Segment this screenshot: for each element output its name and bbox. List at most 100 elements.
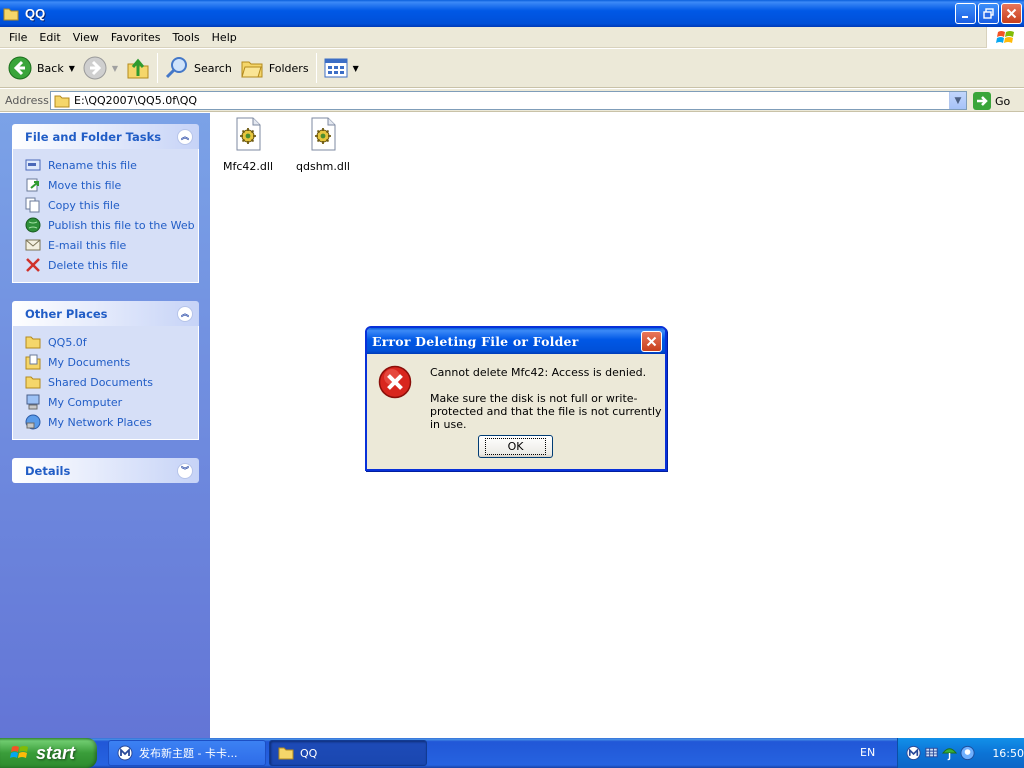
collapse-icon[interactable]: ︽ bbox=[177, 305, 193, 322]
taskbar: start 发布新主题 - 卡卡... QQ EN 16:50 bbox=[0, 738, 1024, 768]
task-pane: File and Folder Tasks ︽ Rename this file… bbox=[0, 113, 210, 738]
start-label: start bbox=[36, 742, 76, 763]
panel-header[interactable]: Details ︾ bbox=[12, 458, 199, 483]
address-input[interactable]: E:\QQ2007\QQ5.0f\QQ ▼ bbox=[50, 91, 967, 110]
close-icon bbox=[1006, 8, 1017, 19]
dll-file-icon bbox=[311, 117, 336, 151]
close-icon bbox=[646, 336, 657, 347]
place-label: Shared Documents bbox=[48, 375, 153, 389]
windows-flag-icon bbox=[995, 30, 1014, 43]
file-item[interactable]: Mfc42.dll bbox=[213, 117, 283, 173]
address-label: Address bbox=[5, 93, 49, 107]
place-shared-documents[interactable]: Shared Documents bbox=[25, 372, 198, 392]
task-email-file[interactable]: E-mail this file bbox=[25, 235, 198, 255]
place-label: My Network Places bbox=[48, 415, 152, 429]
minimize-icon bbox=[962, 16, 968, 18]
chevron-down-icon[interactable]: ▼ bbox=[353, 64, 359, 73]
dialog-message: Cannot delete Mfc42: Access is denied. bbox=[430, 366, 647, 379]
move-icon bbox=[25, 177, 41, 193]
computer-icon bbox=[25, 394, 41, 410]
file-item[interactable]: qdshm.dll bbox=[288, 117, 358, 173]
go-arrow-icon bbox=[973, 92, 991, 110]
dll-file-icon bbox=[236, 117, 261, 151]
place-my-computer[interactable]: My Computer bbox=[25, 392, 198, 412]
go-button[interactable]: Go bbox=[973, 92, 1010, 110]
email-icon bbox=[25, 237, 41, 253]
dialog-detail: Make sure the disk is not full or write-… bbox=[430, 392, 662, 431]
task-delete-file[interactable]: Delete this file bbox=[25, 255, 198, 275]
other-places-panel: Other Places ︽ QQ5.0f My Documents Share… bbox=[12, 301, 199, 440]
copy-icon bbox=[25, 197, 41, 213]
clock[interactable]: 16:50 bbox=[992, 747, 1024, 760]
task-label: Move this file bbox=[48, 178, 122, 192]
task-copy-file[interactable]: Copy this file bbox=[25, 195, 198, 215]
search-button[interactable]: Search bbox=[161, 51, 236, 85]
go-label: Go bbox=[995, 94, 1011, 108]
file-folder-tasks-panel: File and Folder Tasks ︽ Rename this file… bbox=[12, 124, 199, 283]
language-indicator[interactable]: EN bbox=[860, 746, 875, 759]
place-qq50f[interactable]: QQ5.0f bbox=[25, 332, 198, 352]
taskbar-item-label: 发布新主题 - 卡卡... bbox=[139, 747, 238, 760]
collapse-icon[interactable]: ︽ bbox=[177, 128, 193, 145]
taskbar-item-browser[interactable]: 发布新主题 - 卡卡... bbox=[108, 740, 266, 766]
taskbar-item-qq[interactable]: QQ bbox=[269, 740, 427, 766]
menu-help[interactable]: Help bbox=[206, 31, 243, 44]
dialog-title: Error Deleting File or Folder bbox=[372, 333, 579, 349]
panel-title: Other Places bbox=[25, 306, 108, 321]
place-my-documents[interactable]: My Documents bbox=[25, 352, 198, 372]
folder-icon bbox=[278, 747, 294, 760]
network-tray-icon[interactable] bbox=[924, 745, 939, 761]
ok-button[interactable]: OK bbox=[478, 435, 553, 458]
menu-view[interactable]: View bbox=[67, 31, 105, 44]
minimize-button[interactable] bbox=[955, 3, 976, 24]
menu-favorites[interactable]: Favorites bbox=[105, 31, 167, 44]
forward-button[interactable]: ▼ bbox=[79, 51, 122, 85]
menu-edit[interactable]: Edit bbox=[33, 31, 66, 44]
place-my-network-places[interactable]: My Network Places bbox=[25, 412, 198, 432]
views-button[interactable]: ▼ bbox=[320, 51, 363, 85]
browser-tray-icon[interactable] bbox=[906, 745, 921, 761]
toolbar-separator bbox=[157, 53, 159, 83]
task-label: Copy this file bbox=[48, 198, 120, 212]
search-label: Search bbox=[194, 61, 232, 75]
details-panel: Details ︾ bbox=[12, 458, 199, 483]
umbrella-tray-icon[interactable] bbox=[942, 745, 958, 761]
system-tray: 16:50 bbox=[897, 738, 1024, 768]
start-button[interactable]: start bbox=[0, 738, 97, 768]
back-button[interactable]: Back ▼ bbox=[0, 51, 79, 85]
chevron-down-icon[interactable]: ▼ bbox=[112, 64, 118, 73]
folders-icon bbox=[241, 61, 263, 78]
panel-header[interactable]: File and Folder Tasks ︽ bbox=[12, 124, 199, 149]
close-window-button[interactable] bbox=[1001, 3, 1022, 24]
chevron-down-icon[interactable]: ▼ bbox=[69, 64, 75, 73]
documents-icon bbox=[25, 354, 41, 370]
window-titlebar[interactable]: QQ bbox=[0, 0, 1024, 27]
address-dropdown-button[interactable]: ▼ bbox=[949, 92, 966, 109]
folders-label: Folders bbox=[268, 61, 309, 75]
place-label: My Computer bbox=[48, 395, 123, 409]
restore-button[interactable] bbox=[978, 3, 999, 24]
task-move-file[interactable]: Move this file bbox=[25, 175, 198, 195]
back-arrow-icon bbox=[8, 56, 32, 80]
dialog-close-button[interactable] bbox=[641, 331, 662, 352]
task-rename-file[interactable]: Rename this file bbox=[25, 155, 198, 175]
menu-tools[interactable]: Tools bbox=[167, 31, 206, 44]
address-value: E:\QQ2007\QQ5.0f\QQ bbox=[74, 94, 198, 107]
file-name: Mfc42.dll bbox=[223, 160, 273, 173]
expand-icon[interactable]: ︾ bbox=[177, 462, 193, 479]
back-label: Back bbox=[37, 61, 64, 75]
publish-icon bbox=[25, 217, 41, 233]
dialog-titlebar[interactable]: Error Deleting File or Folder bbox=[367, 328, 665, 354]
menu-file[interactable]: File bbox=[0, 31, 33, 44]
restore-icon bbox=[983, 8, 994, 19]
panel-header[interactable]: Other Places ︽ bbox=[12, 301, 199, 326]
messenger-tray-icon[interactable] bbox=[960, 745, 975, 761]
panel-title: File and Folder Tasks bbox=[25, 129, 162, 144]
up-folder-button[interactable] bbox=[122, 51, 154, 85]
folders-button[interactable]: Folders bbox=[236, 51, 313, 85]
rename-icon bbox=[25, 157, 41, 173]
place-label: QQ5.0f bbox=[48, 335, 87, 349]
toolbar-separator bbox=[315, 53, 317, 83]
window-title: QQ bbox=[25, 6, 46, 21]
task-publish-file[interactable]: Publish this file to the Web bbox=[25, 215, 198, 235]
